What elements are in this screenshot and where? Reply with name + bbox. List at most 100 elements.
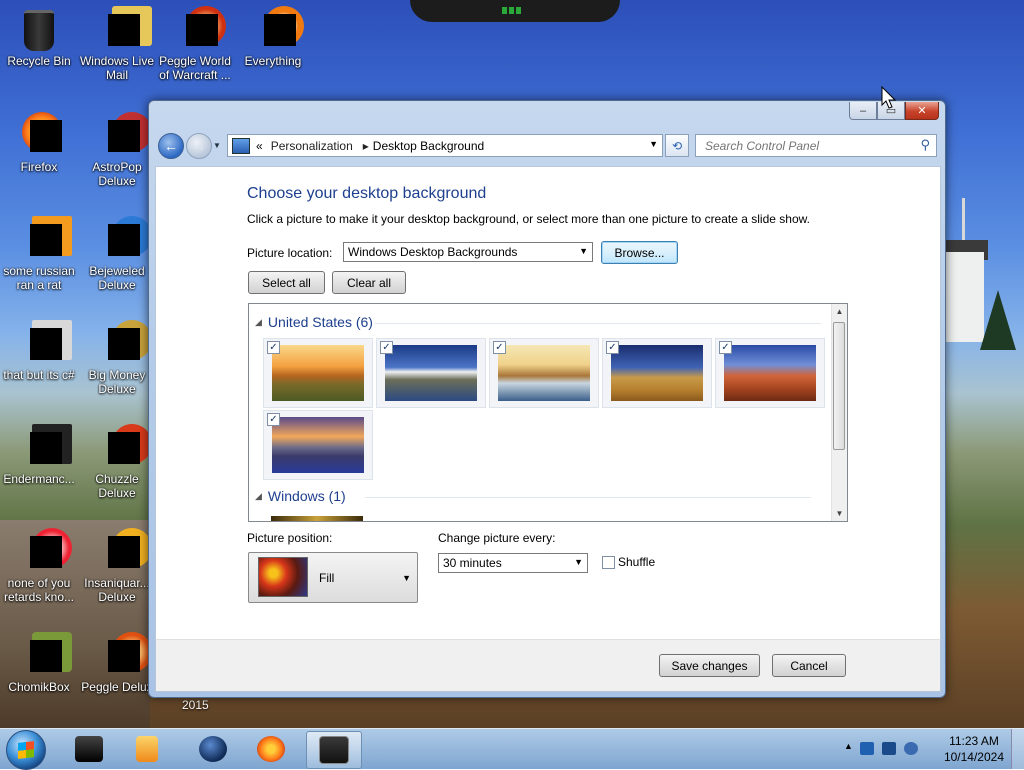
taskbar-control-panel-window[interactable] — [306, 731, 362, 769]
thumbnail-image — [272, 417, 364, 473]
start-button[interactable] — [6, 730, 46, 770]
address-dropdown-icon[interactable]: ▼ — [649, 139, 658, 149]
desktop-icon-astropop[interactable]: AstroPop Deluxe — [78, 112, 156, 188]
shuffle-label: Shuffle — [618, 555, 656, 569]
desktop-icon-recycle-bin[interactable]: Recycle Bin — [0, 6, 78, 68]
refresh-icon: ⟲ — [671, 138, 683, 153]
search-box[interactable]: ⚲ — [695, 134, 937, 157]
thumbnail-hay-bale-field[interactable]: ✓ — [602, 338, 712, 408]
desktop-icon-big-money[interactable]: Big Money Deluxe — [78, 320, 156, 396]
scroll-down-icon[interactable]: ▼ — [832, 506, 847, 521]
mail-icon — [94, 6, 152, 52]
taskbar-app-black-box[interactable] — [62, 731, 116, 767]
picture-location-select[interactable]: Windows Desktop Backgrounds ▼ — [343, 242, 593, 262]
collapse-triangle-icon: ◢ — [255, 490, 262, 501]
desktop-icon-label: Endermanc... — [3, 472, 75, 486]
desktop-icon-chomikbox[interactable]: ChomikBox — [0, 632, 78, 694]
desktop-icon-none-of-you[interactable]: none of you retards kno... — [0, 528, 78, 604]
scroll-thumb[interactable] — [833, 322, 845, 450]
close-button[interactable]: ✕ — [905, 102, 939, 120]
change-picture-interval-select[interactable]: 30 minutes ▼ — [438, 553, 588, 573]
desktop-icon-bejeweled[interactable]: Bejeweled Deluxe — [78, 216, 156, 292]
cancel-button[interactable]: Cancel — [772, 654, 846, 677]
browse-button[interactable]: Browse... — [601, 241, 678, 264]
thumbnail-image — [611, 345, 703, 401]
volume-icon[interactable] — [904, 742, 918, 755]
desktop-icon-insaniquarium[interactable]: Insaniquar... Deluxe — [78, 528, 156, 604]
monitor-icon[interactable] — [882, 742, 896, 755]
thumbnail-image — [724, 345, 816, 401]
group-header-windows[interactable]: ◢ Windows (1) — [255, 488, 835, 504]
peggle-icon — [94, 632, 152, 678]
app-icon — [75, 736, 103, 762]
thumbnail-lighthouse-coast[interactable]: ✓ — [376, 338, 486, 408]
address-bar[interactable]: « Personalization ▸ Desktop Background ▼ — [227, 134, 663, 157]
chevron-down-icon: ▼ — [574, 557, 583, 567]
shuffle-option[interactable]: Shuffle — [602, 555, 655, 569]
desktop-icon-c-sharp[interactable]: that but its c# — [0, 320, 78, 382]
picture-position-value: Fill — [319, 571, 335, 585]
thumbnail-rock-arch-lake[interactable]: ✓ — [489, 338, 599, 408]
scroll-up-icon[interactable]: ▲ — [832, 304, 847, 319]
breadcrumb-item-personalization[interactable]: Personalization — [271, 139, 353, 153]
desktop-icon-label: Everything — [244, 54, 302, 68]
back-button[interactable]: ← — [158, 133, 184, 159]
taskbar-media-player[interactable] — [120, 731, 174, 767]
windows-logo-icon — [18, 741, 34, 759]
taskbar-clock[interactable]: 11:23 AM 10/14/2024 — [944, 733, 1004, 765]
recent-pages-dropdown-icon[interactable]: ▼ — [213, 141, 221, 150]
thumbnail-checkbox[interactable]: ✓ — [380, 341, 393, 354]
desktop-icon-russian-rat[interactable]: some russian ran a rat — [0, 216, 78, 292]
game-icon — [94, 424, 152, 470]
breadcrumb-overflow[interactable]: « — [256, 139, 263, 153]
thumbnail-checkbox[interactable]: ✓ — [606, 341, 619, 354]
thumbnail-checkbox[interactable]: ✓ — [493, 341, 506, 354]
firefox-icon — [16, 112, 62, 158]
show-desktop-button[interactable] — [1011, 729, 1024, 769]
group-title: United States (6) — [267, 314, 373, 330]
thumbnail-checkbox[interactable]: ✓ — [719, 341, 732, 354]
collapse-triangle-icon: ◢ — [255, 316, 262, 327]
search-input[interactable] — [703, 137, 917, 154]
thumbnail-checkbox[interactable]: ✓ — [267, 413, 280, 426]
wallpaper-gallery: ◢ United States (6) ✓ ✓ ✓ ✓ ✓ ✓ ◢ Window… — [248, 303, 848, 522]
save-changes-button[interactable]: Save changes — [659, 654, 760, 677]
forward-button[interactable]: → — [186, 133, 212, 159]
desktop-icon-peggle-deluxe[interactable]: Peggle Delux — [78, 632, 156, 694]
desktop-icon-enderman[interactable]: Endermanc... — [0, 424, 78, 486]
search-icon[interactable]: ⚲ — [920, 137, 930, 153]
thumbnail-windows-peek[interactable] — [271, 516, 363, 521]
breadcrumb-separator-icon[interactable]: ▸ — [363, 139, 369, 153]
firefox-icon — [257, 736, 285, 762]
breadcrumb-item-desktop-background[interactable]: Desktop Background — [373, 139, 484, 153]
desktop-icon-label: Insaniquar... Deluxe — [84, 576, 150, 604]
taskbar-globe-app[interactable] — [186, 731, 240, 767]
thumbnail-checkbox[interactable]: ✓ — [267, 341, 280, 354]
taskbar-firefox[interactable] — [244, 731, 298, 767]
desktop-icon-label: AstroPop Deluxe — [92, 160, 142, 188]
picture-position-select[interactable]: Fill ▼ — [248, 552, 418, 603]
desktop-icon-windows-live-mail[interactable]: Windows Live Mail — [78, 6, 156, 82]
clear-all-button[interactable]: Clear all — [332, 271, 406, 294]
desktop-icon-firefox[interactable]: Firefox — [0, 112, 78, 174]
thumbnail-lake-lupines[interactable]: ✓ — [263, 410, 373, 480]
thumbnail-sunset-meadow[interactable]: ✓ — [263, 338, 373, 408]
control-panel-icon — [232, 137, 250, 154]
thumbnail-delicate-arch[interactable]: ✓ — [715, 338, 825, 408]
game-icon — [94, 320, 152, 366]
select-all-button[interactable]: Select all — [248, 271, 325, 294]
desktop-icon-peggle-wow[interactable]: Peggle World of Warcraft ... — [156, 6, 234, 82]
file-icon — [16, 320, 72, 366]
network-icon[interactable] — [860, 742, 874, 755]
refresh-button[interactable]: ⟲ — [665, 134, 689, 157]
desktop-icon-label: Bejeweled Deluxe — [89, 264, 145, 292]
gallery-scrollbar[interactable]: ▲ ▼ — [831, 304, 847, 521]
show-hidden-icons-icon[interactable]: ▲ — [844, 741, 853, 751]
app-icon — [16, 528, 72, 574]
group-header-united-states[interactable]: ◢ United States (6) — [255, 314, 835, 330]
desktop-icon-everything[interactable]: Everything — [234, 6, 312, 68]
picture-position-label: Picture position: — [247, 531, 333, 545]
shuffle-checkbox[interactable] — [602, 555, 615, 569]
desktop-icon-chuzzle[interactable]: Chuzzle Deluxe — [78, 424, 156, 500]
minimize-button[interactable]: – — [849, 102, 877, 120]
